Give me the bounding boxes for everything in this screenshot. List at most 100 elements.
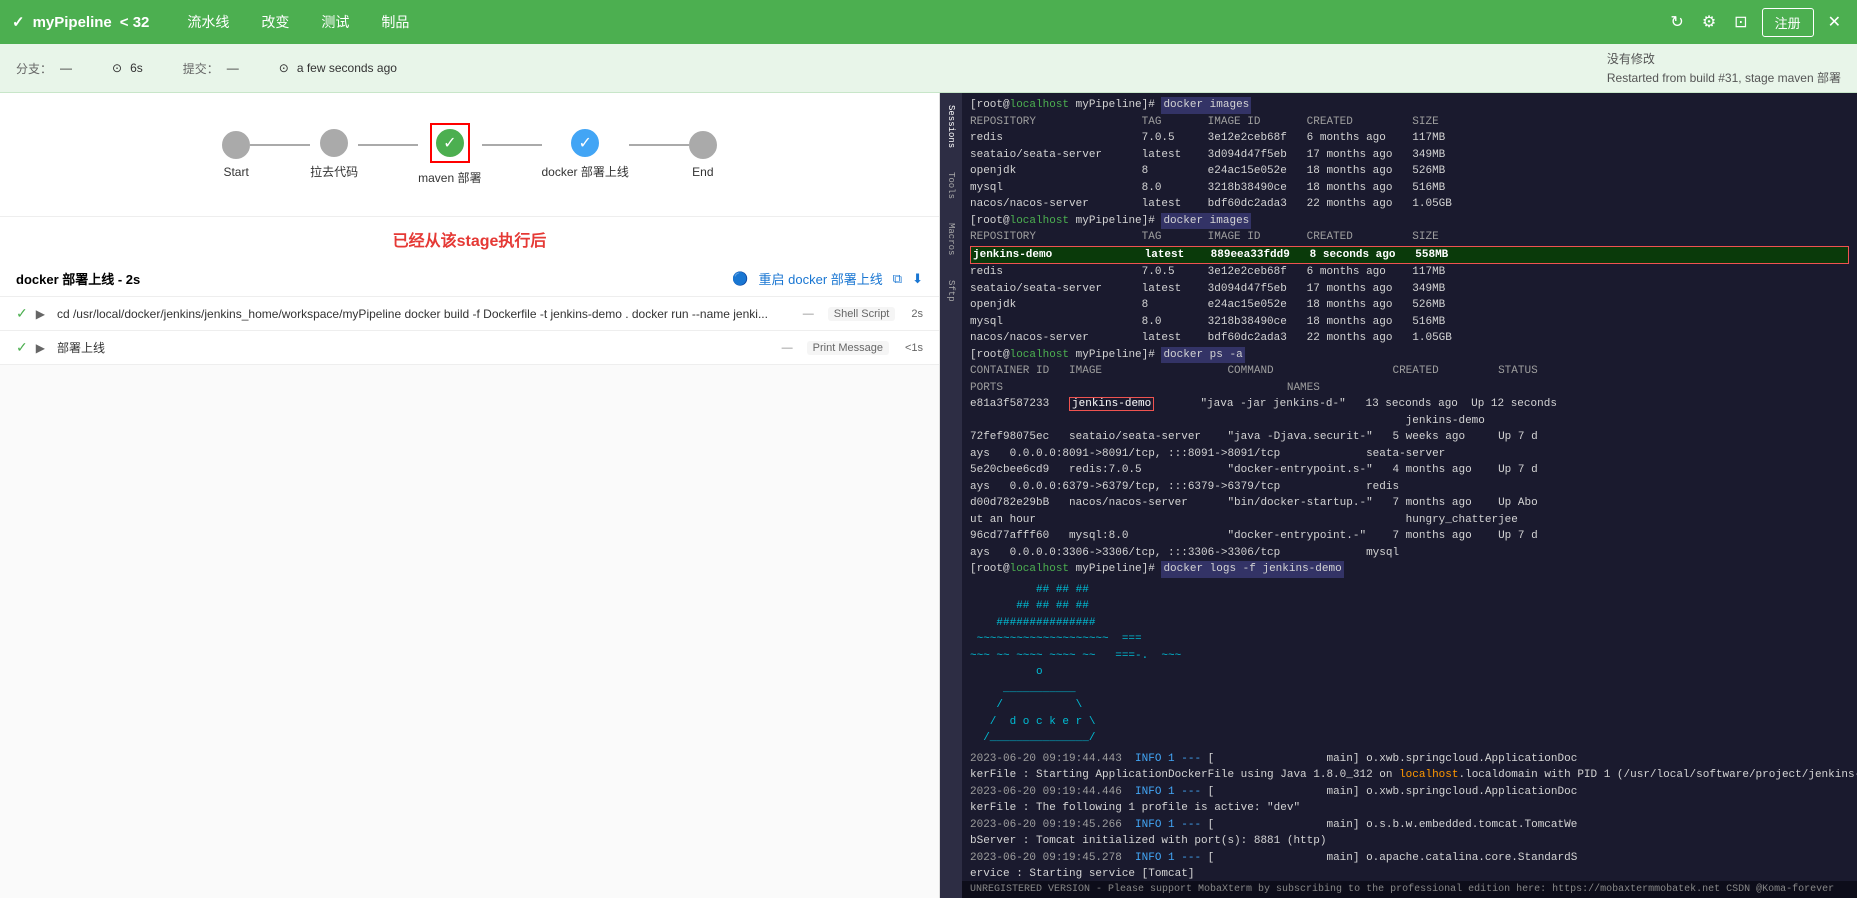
branch-value: — xyxy=(60,61,72,75)
side-macros[interactable]: Macros xyxy=(944,219,958,259)
step-type-1: Shell Script xyxy=(828,307,896,321)
step-expand-1[interactable]: ▶ xyxy=(36,307,45,321)
main-content: Start 拉去代码 ✓ maven 部署 ✓ docker 部署上线 xyxy=(0,93,1857,898)
external-icon[interactable]: ⊡ xyxy=(1730,8,1751,36)
side-sftp[interactable]: Sftp xyxy=(944,276,958,306)
spring-log-4b: ervice : Starting service [Tomcat] xyxy=(970,866,1849,881)
nav-pipeline[interactable]: 流水线 xyxy=(173,6,243,38)
refresh-icon[interactable]: ↻ xyxy=(1666,8,1687,36)
stage-end: End xyxy=(689,131,717,179)
connector-2 xyxy=(358,144,418,146)
pipeline-title: ✓ myPipeline < 32 xyxy=(12,13,149,31)
close-icon[interactable]: ✕ xyxy=(1824,8,1845,36)
side-sessions[interactable]: Sessions xyxy=(944,101,958,152)
term-row-openjdk2: openjdk 8 e24ac15e052e 18 months ago 526… xyxy=(970,297,1849,314)
top-bar: ✓ myPipeline < 32 流水线 改变 测试 制品 ↻ ⚙ ⊡ 注册 … xyxy=(0,0,1857,44)
term-cmd-2: [root@localhost myPipeline]# docker imag… xyxy=(970,213,1849,230)
top-actions: ↻ ⚙ ⊡ 注册 ✕ xyxy=(1666,8,1845,37)
term-row-redis1: redis 7.0.5 3e12e2ceb68f 6 months ago 11… xyxy=(970,130,1849,147)
left-panel: Start 拉去代码 ✓ maven 部署 ✓ docker 部署上线 xyxy=(0,93,940,898)
connector-4 xyxy=(629,144,689,146)
restart-button[interactable]: 重启 docker 部署上线 xyxy=(759,269,883,288)
stage-note: 已经从该stage执行后 xyxy=(0,217,939,261)
term-ps-row-redis: 5e20cbee6cd9 redis:7.0.5 "docker-entrypo… xyxy=(970,462,1849,479)
term-row-redis2: redis 7.0.5 3e12e2ceb68f 6 months ago 11… xyxy=(970,264,1849,281)
term-row-jenkins-highlighted: jenkins-demo latest 889eea33fdd9 8 secon… xyxy=(970,246,1849,265)
term-ps-row-seata2: ays 0.0.0.0:8091->8091/tcp, :::8091->809… xyxy=(970,446,1849,463)
stage-docker-circle: ✓ xyxy=(571,129,599,157)
last-commit-value: a few seconds ago xyxy=(297,61,397,75)
term-ps-header: CONTAINER ID IMAGE COMMAND CREATED STATU… xyxy=(970,363,1849,380)
stage-maven-circle: ✓ xyxy=(436,129,464,157)
step-duration-2: <1s xyxy=(905,342,923,354)
stage-docker-label: docker 部署上线 xyxy=(542,163,629,180)
branch-meta: 分支： — xyxy=(16,50,72,86)
step-expand-2[interactable]: ▶ xyxy=(36,341,45,355)
term-row-nacos2: nacos/nacos-server latest bdf60dc2ada3 2… xyxy=(970,330,1849,347)
stage-checkout-circle xyxy=(320,129,348,157)
meta-bar: 分支： — ⊙ 6s 提交： — ⊙ a few seconds ago 没有修… xyxy=(0,44,1857,93)
stage-start-label: Start xyxy=(223,165,248,179)
spring-log-2: 2023-06-20 09:19:44.446 INFO 1 --- [ mai… xyxy=(970,784,1849,801)
term-ps-row-mysql: 96cd77afff60 mysql:8.0 "docker-entrypoin… xyxy=(970,528,1849,545)
external-link-icon[interactable]: ⧉ xyxy=(893,271,902,287)
term-row-mysql1: mysql 8.0 3218b38490ce 18 months ago 516… xyxy=(970,180,1849,197)
pipeline-name: myPipeline xyxy=(33,14,112,31)
branch-label: 分支： xyxy=(16,60,52,77)
term-row-mysql2: mysql 8.0 3218b38490ce 18 months ago 516… xyxy=(970,314,1849,331)
top-nav: 流水线 改变 测试 制品 xyxy=(173,6,1666,38)
stage-checkout: 拉去代码 xyxy=(310,129,358,180)
term-ps-row-mysql2: ays 0.0.0.0:3306->3306/tcp, :::3306->330… xyxy=(970,545,1849,562)
connector-3 xyxy=(482,144,542,146)
spring-log-3b: bServer : Tomcat initialized with port(s… xyxy=(970,833,1849,850)
pipeline-stages: Start 拉去代码 ✓ maven 部署 ✓ docker 部署上线 xyxy=(0,93,939,217)
nav-test[interactable]: 测试 xyxy=(307,6,363,38)
nav-changes[interactable]: 改变 xyxy=(247,6,303,38)
term-header-1: REPOSITORY TAG IMAGE ID CREATED SIZE xyxy=(970,114,1849,131)
step-separator-1: — xyxy=(803,308,814,320)
duration-value: 6s xyxy=(130,61,143,75)
term-row-openjdk1: openjdk 8 e24ac15e052e 18 months ago 526… xyxy=(970,163,1849,180)
step-type-2: Print Message xyxy=(807,341,889,355)
stage-maven: ✓ maven 部署 xyxy=(418,123,481,186)
term-ps-row-seata: 72fef98075ec seataio/seata-server "java … xyxy=(970,429,1849,446)
step-separator-2: — xyxy=(782,342,793,354)
spring-log-1b: kerFile : Starting ApplicationDockerFile… xyxy=(970,767,1849,784)
step-duration-1: 2s xyxy=(911,308,923,320)
restart-icon: 🔵 xyxy=(732,271,748,287)
build-steps-actions: 🔵 重启 docker 部署上线 ⧉ ⬇ xyxy=(732,269,923,288)
right-panel: Sessions Tools Macros Sftp [root@localho… xyxy=(940,93,1857,898)
side-toolbar: Sessions Tools Macros Sftp xyxy=(940,93,962,898)
clock-icon2: ⊙ xyxy=(279,61,289,75)
build-steps-title: docker 部署上线 - 2s xyxy=(16,269,732,288)
term-cmd-ps: [root@localhost myPipeline]# docker ps -… xyxy=(970,347,1849,364)
stage-start: Start xyxy=(222,131,250,179)
term-cmd-1: [root@localhost myPipeline]# docker imag… xyxy=(970,97,1849,114)
stage-maven-highlight: ✓ xyxy=(430,123,470,163)
term-ps-row-nacos: d00d782e29bB nacos/nacos-server "bin/doc… xyxy=(970,495,1849,512)
step-name-1: cd /usr/local/docker/jenkins/jenkins_hom… xyxy=(57,307,789,321)
stage-docker: ✓ docker 部署上线 xyxy=(542,129,629,180)
term-ps-row-jenkins-name: jenkins-demo xyxy=(970,413,1849,430)
connector-1 xyxy=(250,144,310,146)
term-cmd-logs: [root@localhost myPipeline]# docker logs… xyxy=(970,561,1849,578)
step-success-icon-2: ✓ xyxy=(16,339,28,356)
restart-text: Restarted from build #31, stage maven 部署 xyxy=(1607,69,1841,86)
terminal-content: [root@localhost myPipeline]# docker imag… xyxy=(962,93,1857,881)
side-tools[interactable]: Tools xyxy=(944,168,958,203)
download-icon[interactable]: ⬇ xyxy=(912,271,923,287)
spring-log-1: 2023-06-20 09:19:44.443 INFO 1 --- [ mai… xyxy=(970,751,1849,768)
build-number: < 32 xyxy=(120,14,150,31)
build-steps-header: docker 部署上线 - 2s 🔵 重启 docker 部署上线 ⧉ ⬇ xyxy=(0,261,939,297)
term-row-nacos1: nacos/nacos-server latest bdf60dc2ada3 2… xyxy=(970,196,1849,213)
term-row-seata1: seataio/seata-server latest 3d094d47f5eb… xyxy=(970,147,1849,164)
spring-log-3: 2023-06-20 09:19:45.266 INFO 1 --- [ mai… xyxy=(970,817,1849,834)
step-row: ✓ ▶ cd /usr/local/docker/jenkins/jenkins… xyxy=(0,297,939,331)
spring-log-2b: kerFile : The following 1 profile is act… xyxy=(970,800,1849,817)
steps-list: ✓ ▶ cd /usr/local/docker/jenkins/jenkins… xyxy=(0,297,939,898)
register-button[interactable]: 注册 xyxy=(1762,8,1814,37)
docker-ascii-art: ## ## ## ## ## ## ## ############### ~~~… xyxy=(970,582,1849,747)
nav-artifact[interactable]: 制品 xyxy=(367,6,423,38)
settings-icon[interactable]: ⚙ xyxy=(1698,8,1720,36)
step-success-icon: ✓ xyxy=(16,305,28,322)
